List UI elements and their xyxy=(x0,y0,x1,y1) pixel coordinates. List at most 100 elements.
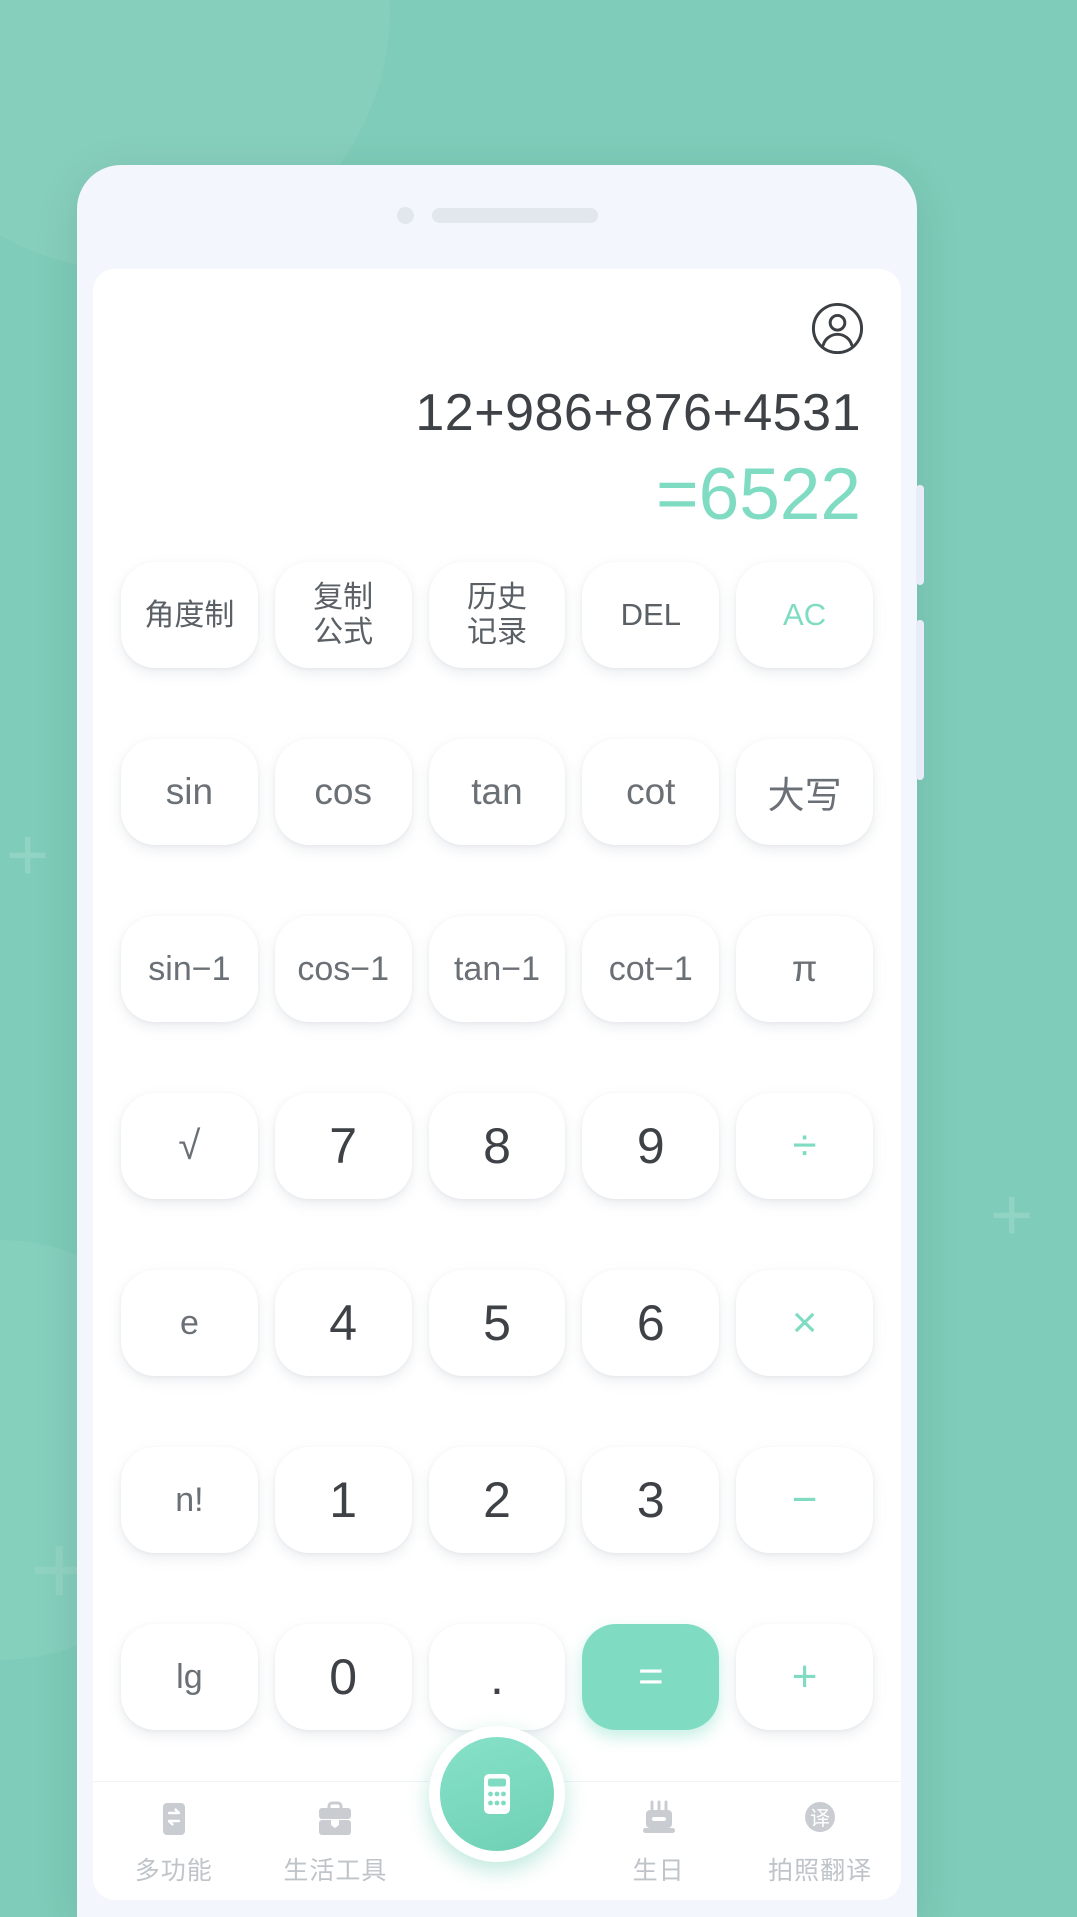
nav-calculator-fab[interactable] xyxy=(429,1726,565,1862)
nav-life-tools[interactable]: 生活工具 xyxy=(255,1782,417,1887)
phone-volume-button xyxy=(916,485,924,585)
key-delete[interactable]: DEL xyxy=(582,562,720,669)
phone-top-bezel xyxy=(77,165,917,265)
key-multiply[interactable]: × xyxy=(736,1270,873,1377)
key-label: 复制 xyxy=(313,581,374,615)
birthday-cake-icon xyxy=(636,1796,682,1842)
decor-plus-left: + xyxy=(6,813,50,896)
key-2[interactable]: 2 xyxy=(428,1447,566,1554)
key-label: cot xyxy=(626,771,676,813)
key-label: n! xyxy=(175,1480,204,1519)
key-label: 角度制 xyxy=(144,598,235,632)
speaker-bar-icon xyxy=(431,207,598,223)
key-label: DEL xyxy=(620,597,681,633)
nav-multifunction[interactable]: 多功能 xyxy=(93,1782,255,1887)
key-label: 5 xyxy=(483,1295,511,1352)
key-label: 公式 xyxy=(313,616,374,650)
nav-label: 生日 xyxy=(632,1857,685,1885)
key-label: 大写 xyxy=(767,775,842,817)
key-label: 3 xyxy=(636,1472,665,1529)
key-add[interactable]: + xyxy=(736,1624,873,1731)
bottom-navigation: 多功能 生活工具 生日 译 拍照翻译 xyxy=(93,1726,901,1900)
key-label: 0 xyxy=(329,1649,358,1706)
key-label: × xyxy=(791,1298,818,1348)
key-copy-formula[interactable]: 复制 公式 xyxy=(274,562,412,669)
key-arccos[interactable]: cos−1 xyxy=(274,916,412,1023)
key-label: e xyxy=(179,1303,199,1342)
key-label: . xyxy=(490,1649,504,1706)
key-equals[interactable]: = xyxy=(582,1624,720,1731)
key-divide[interactable]: ÷ xyxy=(736,1093,873,1200)
key-label: cot−1 xyxy=(608,949,693,988)
key-uppercase[interactable]: 大写 xyxy=(736,739,873,846)
key-label: 8 xyxy=(483,1118,511,1175)
key-e[interactable]: e xyxy=(121,1270,258,1377)
key-pi[interactable]: π xyxy=(736,916,873,1023)
key-decimal-point[interactable]: . xyxy=(428,1624,566,1731)
key-1[interactable]: 1 xyxy=(274,1447,412,1554)
key-cot[interactable]: cot xyxy=(582,739,720,846)
key-sin[interactable]: sin xyxy=(121,739,258,846)
result-text: =6522 xyxy=(655,454,861,536)
expression-text: 12+986+876+4531 xyxy=(415,385,861,442)
key-degree-mode[interactable]: 角度制 xyxy=(121,562,258,669)
key-label: tan−1 xyxy=(453,949,540,988)
key-label: sin xyxy=(165,771,214,813)
phone-power-button xyxy=(916,620,924,780)
user-circle-icon[interactable] xyxy=(810,301,865,356)
calculator-icon xyxy=(469,1766,525,1822)
camera-dot-icon xyxy=(396,206,414,224)
key-history[interactable]: 历史 记录 xyxy=(428,562,566,669)
nav-label: 生活工具 xyxy=(283,1857,388,1885)
key-square-root[interactable]: √ xyxy=(121,1093,258,1200)
key-4[interactable]: 4 xyxy=(274,1270,412,1377)
svg-text:译: 译 xyxy=(810,1807,830,1830)
nav-birthday[interactable]: 生日 xyxy=(578,1782,740,1887)
key-label: 2 xyxy=(483,1472,511,1529)
key-label: 4 xyxy=(329,1295,358,1352)
key-label: − xyxy=(791,1475,818,1525)
key-arccot[interactable]: cot−1 xyxy=(582,916,720,1023)
translate-icon: 译 xyxy=(797,1796,843,1842)
decor-plus-right: + xyxy=(990,1173,1034,1256)
key-label: 7 xyxy=(329,1118,358,1175)
key-label: 历史 xyxy=(466,581,527,615)
key-3[interactable]: 3 xyxy=(582,1447,720,1554)
key-subtract[interactable]: − xyxy=(736,1447,873,1554)
key-label: lg xyxy=(176,1657,203,1696)
key-factorial[interactable]: n! xyxy=(121,1447,258,1554)
key-arctan[interactable]: tan−1 xyxy=(428,916,566,1023)
key-tan[interactable]: tan xyxy=(428,739,566,846)
phone-mockup: 12+986+876+4531 =6522 角度制 复制 公式 历史 记录 DEL AC si… xyxy=(77,165,924,1917)
key-8[interactable]: 8 xyxy=(428,1093,566,1200)
app-header xyxy=(93,269,901,385)
calculator-keypad: 角度制 复制 公式 历史 记录 DEL AC sin cos tan cot 大写 sin−1 cos−1… xyxy=(93,540,901,1781)
key-0[interactable]: 0 xyxy=(274,1624,412,1731)
key-label: sin−1 xyxy=(148,949,231,988)
key-label: AC xyxy=(783,597,827,633)
nav-photo-translate[interactable]: 译 拍照翻译 xyxy=(739,1782,901,1887)
key-label: + xyxy=(791,1652,818,1702)
key-cos[interactable]: cos xyxy=(274,739,412,846)
key-5[interactable]: 5 xyxy=(428,1270,566,1377)
key-log10[interactable]: lg xyxy=(121,1624,258,1731)
nav-label: 多功能 xyxy=(134,1857,213,1885)
key-label: π xyxy=(791,948,818,990)
multifunction-icon xyxy=(151,1796,197,1842)
key-label: cos−1 xyxy=(297,949,390,988)
key-label: 6 xyxy=(636,1295,665,1352)
key-label: 9 xyxy=(636,1118,665,1175)
key-6[interactable]: 6 xyxy=(582,1270,720,1377)
nav-label: 拍照翻译 xyxy=(768,1857,873,1885)
key-arcsin[interactable]: sin−1 xyxy=(121,916,258,1023)
key-label: 记录 xyxy=(466,616,527,650)
key-9[interactable]: 9 xyxy=(582,1093,720,1200)
key-7[interactable]: 7 xyxy=(274,1093,412,1200)
toolbox-icon xyxy=(312,1796,358,1842)
key-label: √ xyxy=(178,1123,201,1168)
key-label: tan xyxy=(471,771,523,813)
key-all-clear[interactable]: AC xyxy=(736,562,873,669)
key-label: cos xyxy=(314,771,372,813)
key-label: = xyxy=(637,1652,664,1702)
app-screen: 12+986+876+4531 =6522 角度制 复制 公式 历史 记录 DEL AC si… xyxy=(93,269,901,1900)
